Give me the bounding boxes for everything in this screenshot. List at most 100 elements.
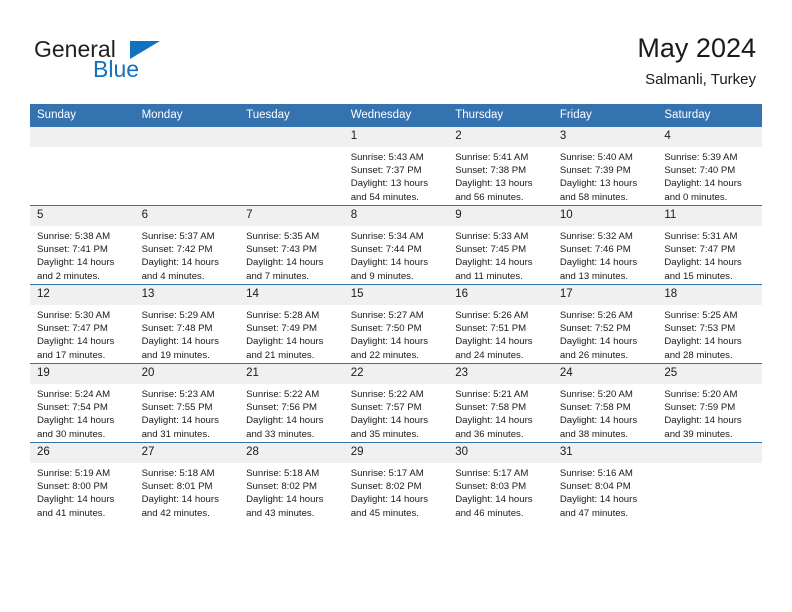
page-header: General Blue May 2024 Salmanli, Turkey: [0, 0, 792, 100]
calendar-day-cell[interactable]: 1 Sunrise: 5:43 AM Sunset: 7:37 PM Daylight…: [343, 126, 449, 206]
sunrise-text: Sunrise: 5:18 AM: [246, 468, 320, 479]
sunrise-text: Sunrise: 5:28 AM: [246, 310, 320, 321]
daylight-text: and 0 minutes.: [664, 191, 728, 203]
daylight-text: and 39 minutes.: [664, 428, 733, 440]
calendar-day-cell[interactable]: 3 Sunrise: 5:40 AM Sunset: 7:39 PM Daylight…: [552, 126, 658, 206]
daylight-text: and 56 minutes.: [455, 191, 524, 203]
sunrise-text: Sunrise: 5:19 AM: [37, 468, 111, 479]
calendar-day-cell[interactable]: 12 Sunrise: 5:30 AM Sunset: 7:47 PM Dayligh…: [30, 284, 135, 364]
calendar-day-cell[interactable]: 8 Sunrise: 5:34 AM Sunset: 7:44 PM Daylight…: [343, 205, 449, 285]
day-number: 19: [30, 364, 135, 384]
daylight-text: and 46 minutes.: [455, 507, 524, 519]
calendar-day-cell[interactable]: 10 Sunrise: 5:32 AM Sunset: 7:46 PM Dayligh…: [552, 205, 658, 285]
calendar-body: 1 Sunrise: 5:43 AM Sunset: 7:37 PM Daylight…: [30, 126, 762, 521]
day-number: 24: [552, 364, 658, 384]
daylight-text: Daylight: 14 hours: [559, 257, 638, 269]
logo-text-blue: Blue: [93, 56, 140, 82]
calendar-day-cell[interactable]: 17 Sunrise: 5:26 AM Sunset: 7:52 PM Dayligh…: [552, 284, 658, 364]
calendar-day-cell[interactable]: 22 Sunrise: 5:22 AM Sunset: 7:57 PM Dayligh…: [343, 363, 449, 443]
sunrise-text: Sunrise: 5:18 AM: [141, 468, 215, 479]
sunrise-text: Sunrise: 5:26 AM: [455, 310, 529, 321]
sunset-text: Sunset: 8:01 PM: [141, 481, 213, 493]
daylight-text: and 54 minutes.: [350, 191, 419, 203]
daylight-text: and 22 minutes.: [350, 349, 419, 361]
daylight-text: and 47 minutes.: [559, 507, 629, 519]
daylight-text: and 36 minutes.: [455, 428, 524, 440]
calendar-day-cell[interactable]: 20 Sunrise: 5:23 AM Sunset: 7:55 PM Dayligh…: [134, 363, 240, 443]
calendar-day-cell[interactable]: 26 Sunrise: 5:19 AM Sunset: 8:00 PM Dayligh…: [30, 442, 135, 521]
calendar-day-cell[interactable]: 28 Sunrise: 5:18 AM Sunset: 8:02 PM Dayligh…: [239, 442, 344, 521]
day-number: [239, 127, 344, 147]
day-details: Sunrise: 5:28 AM Sunset: 7:49 PM Daylight:…: [239, 305, 344, 362]
day-number: 1: [343, 127, 449, 147]
daylight-text: and 2 minutes.: [37, 270, 100, 282]
calendar-week-row: 19 Sunrise: 5:24 AM Sunset: 7:54 PM Dayligh…: [30, 363, 762, 443]
sunset-text: Sunset: 7:37 PM: [350, 165, 422, 177]
daylight-text: and 26 minutes.: [559, 349, 629, 361]
daylight-text: Daylight: 14 hours: [350, 415, 429, 427]
day-number: 8: [343, 206, 449, 226]
calendar-day-cell[interactable]: 5 Sunrise: 5:38 AM Sunset: 7:41 PM Daylight…: [30, 205, 135, 285]
calendar-day-cell[interactable]: 19 Sunrise: 5:24 AM Sunset: 7:54 PM Dayligh…: [30, 363, 135, 443]
day-details: Sunrise: 5:34 AM Sunset: 7:44 PM Daylight:…: [344, 226, 449, 283]
daylight-text: and 31 minutes.: [141, 428, 210, 440]
day-details: Sunrise: 5:17 AM Sunset: 8:02 PM Daylight:…: [344, 463, 449, 520]
day-number: [30, 127, 135, 147]
daylight-text: and 15 minutes.: [664, 270, 733, 282]
day-number: 20: [134, 364, 240, 384]
sunset-text: Sunset: 7:54 PM: [37, 402, 108, 414]
sunrise-text: Sunrise: 5:22 AM: [246, 389, 320, 400]
day-number: 29: [343, 443, 449, 463]
calendar-day-cell[interactable]: 31 Sunrise: 5:16 AM Sunset: 8:04 PM Dayligh…: [552, 442, 658, 521]
calendar-day-cell[interactable]: 18 Sunrise: 5:25 AM Sunset: 7:53 PM Dayligh…: [657, 284, 762, 364]
daylight-text: and 35 minutes.: [350, 428, 419, 440]
calendar-day-cell[interactable]: 27 Sunrise: 5:18 AM Sunset: 8:01 PM Dayligh…: [134, 442, 240, 521]
day-details: Sunrise: 5:43 AM Sunset: 7:37 PM Daylight:…: [344, 147, 449, 204]
calendar-day-cell[interactable]: 2 Sunrise: 5:41 AM Sunset: 7:38 PM Daylight…: [448, 126, 553, 206]
daylight-text: and 7 minutes.: [246, 270, 310, 282]
calendar-day-cell[interactable]: 29 Sunrise: 5:17 AM Sunset: 8:02 PM Dayligh…: [343, 442, 449, 521]
sunrise-text: Sunrise: 5:20 AM: [559, 389, 633, 400]
day-details: Sunrise: 5:26 AM Sunset: 7:52 PM Daylight:…: [553, 305, 658, 362]
sunrise-text: Sunrise: 5:37 AM: [141, 231, 215, 242]
daylight-text: Daylight: 13 hours: [559, 178, 638, 190]
calendar-day-cell[interactable]: 25 Sunrise: 5:20 AM Sunset: 7:59 PM Dayligh…: [657, 363, 762, 443]
calendar-week-row: 1 Sunrise: 5:43 AM Sunset: 7:37 PM Daylight…: [30, 126, 762, 206]
day-details: Sunrise: 5:30 AM Sunset: 7:47 PM Daylight:…: [30, 305, 135, 362]
calendar-day-cell[interactable]: 6 Sunrise: 5:37 AM Sunset: 7:42 PM Daylight…: [134, 205, 240, 285]
day-details: Sunrise: 5:24 AM Sunset: 7:54 PM Daylight:…: [30, 384, 135, 441]
daylight-text: Daylight: 14 hours: [455, 494, 533, 506]
daylight-text: and 11 minutes.: [455, 270, 523, 282]
sunrise-text: Sunrise: 5:24 AM: [37, 389, 111, 400]
sunset-text: Sunset: 8:02 PM: [246, 481, 318, 493]
calendar-week-row: 5 Sunrise: 5:38 AM Sunset: 7:41 PM Daylight…: [30, 205, 762, 285]
calendar-day-cell[interactable]: 11 Sunrise: 5:31 AM Sunset: 7:47 PM Dayligh…: [657, 205, 762, 285]
sunrise-text: Sunrise: 5:34 AM: [350, 231, 424, 242]
sunset-text: Sunset: 7:56 PM: [246, 402, 318, 414]
sunrise-text: Sunrise: 5:39 AM: [664, 152, 738, 163]
day-number: 30: [448, 443, 553, 463]
daylight-text: Daylight: 14 hours: [559, 494, 638, 506]
sunset-text: Sunset: 7:55 PM: [141, 402, 213, 414]
calendar-day-cell[interactable]: 4 Sunrise: 5:39 AM Sunset: 7:40 PM Daylight…: [657, 126, 762, 206]
calendar-day-cell[interactable]: 9 Sunrise: 5:33 AM Sunset: 7:45 PM Daylight…: [448, 205, 553, 285]
calendar-day-cell[interactable]: 21 Sunrise: 5:22 AM Sunset: 7:56 PM Dayligh…: [239, 363, 344, 443]
calendar-week-row: 12 Sunrise: 5:30 AM Sunset: 7:47 PM Dayligh…: [30, 284, 762, 364]
calendar-day-cell-empty: [239, 126, 344, 206]
day-number: 14: [239, 285, 344, 305]
calendar-day-cell[interactable]: 24 Sunrise: 5:20 AM Sunset: 7:58 PM Dayligh…: [552, 363, 658, 443]
calendar-day-cell[interactable]: 13 Sunrise: 5:29 AM Sunset: 7:48 PM Dayligh…: [134, 284, 240, 364]
sunrise-text: Sunrise: 5:17 AM: [455, 468, 529, 479]
calendar-day-cell[interactable]: 16 Sunrise: 5:26 AM Sunset: 7:51 PM Dayligh…: [448, 284, 553, 364]
calendar-day-cell[interactable]: 15 Sunrise: 5:27 AM Sunset: 7:50 PM Dayligh…: [343, 284, 449, 364]
daylight-text: Daylight: 14 hours: [664, 257, 742, 269]
day-details: Sunrise: 5:18 AM Sunset: 8:01 PM Daylight:…: [135, 463, 240, 520]
sunset-text: Sunset: 7:49 PM: [246, 323, 318, 335]
calendar-day-cell[interactable]: 30 Sunrise: 5:17 AM Sunset: 8:03 PM Dayligh…: [448, 442, 553, 521]
daylight-text: Daylight: 13 hours: [350, 178, 429, 190]
daylight-text: and 43 minutes.: [246, 507, 315, 519]
calendar-day-cell[interactable]: 14 Sunrise: 5:28 AM Sunset: 7:49 PM Dayligh…: [239, 284, 344, 364]
calendar-day-cell[interactable]: 7 Sunrise: 5:35 AM Sunset: 7:43 PM Daylight…: [239, 205, 344, 285]
calendar-day-cell[interactable]: 23 Sunrise: 5:21 AM Sunset: 7:58 PM Dayligh…: [448, 363, 553, 443]
sunrise-sunset-calendar: Sunday Monday Tuesday Wednesday Thursday…: [30, 104, 762, 521]
